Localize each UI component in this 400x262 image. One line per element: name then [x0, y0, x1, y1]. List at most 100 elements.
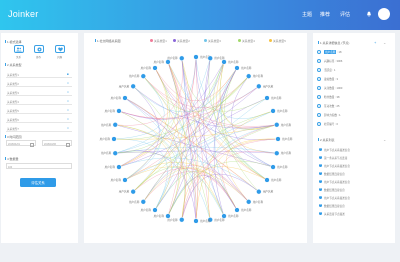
chevron-down-icon[interactable]: ⌄ — [383, 40, 386, 45]
graph-node — [165, 213, 171, 219]
graph-node — [234, 65, 240, 71]
filter-label: 关系类型5 — [7, 109, 19, 113]
date-to-input[interactable]: 2018/10/06 — [42, 140, 72, 147]
date-from-input[interactable]: 2018/01/01 — [6, 140, 36, 147]
network-graph[interactable]: 用户名称 用户名称用户名称用户名称用户名称用户名称用户名称用户名称用户名称用户名称… — [84, 46, 307, 243]
graph-node — [116, 164, 122, 170]
graph-link — [195, 56, 274, 119]
filter-option[interactable]: 关系类型1 ■ — [6, 70, 72, 78]
detail-row: 粉丝数量 : 38 — [316, 93, 386, 101]
filter-option[interactable]: 关系类型6 □ — [6, 115, 72, 123]
graph-node-label: 用户名称 — [228, 60, 239, 64]
list-item[interactable]: 5 用户节点关系描述信息 — [318, 178, 388, 185]
checkbox-icon[interactable]: □ — [67, 126, 70, 130]
graph-node-label: 用户名称 — [263, 190, 274, 194]
graph-node — [122, 95, 128, 101]
evaluate-button[interactable]: 评估关系 — [20, 178, 56, 187]
mode-interest-label: 兴趣 — [57, 56, 63, 59]
graph-node-label: 用户名称 — [119, 84, 130, 88]
filter-section-title: 2 关系类型 — [5, 63, 22, 67]
list-item[interactable]: 4 数据结果连接信息 — [318, 170, 388, 177]
legend-item[interactable]: 关系类型4 — [238, 39, 255, 43]
graph-node — [221, 213, 227, 219]
list-item[interactable]: 7 用户节点关系描述信息 — [318, 194, 388, 201]
graph-node-label: 用户名称 — [241, 208, 252, 212]
mode-collab-button[interactable] — [34, 45, 44, 53]
graph-node — [193, 54, 199, 60]
list-item[interactable]: 6 数据结果连接信息 — [318, 186, 388, 193]
graph-node-label: 用户名称 — [228, 214, 239, 218]
graph-node — [234, 207, 240, 213]
graph-node — [275, 136, 281, 142]
mode-section-title: 1 模式选择 — [5, 40, 22, 44]
list-item[interactable]: 3 用户节点关系描述信息 — [318, 162, 388, 169]
chevron-down-icon[interactable]: ⌄ — [383, 137, 386, 142]
app-logo[interactable]: Joinker — [8, 9, 38, 19]
filter-option[interactable]: 关系类型5 □ — [6, 106, 72, 114]
nav-topics[interactable]: 主题 — [302, 11, 312, 18]
interaction-icon — [317, 103, 321, 108]
filter-label: 关系类型6 — [7, 118, 19, 122]
checkbox-icon[interactable]: □ — [67, 117, 70, 121]
top-bar: Joinker 主题 推荐 评估 — [0, 0, 400, 30]
list-item[interactable]: 2 第一条关系节点连接 — [318, 154, 388, 161]
graph-link — [115, 86, 259, 154]
legend-dot — [204, 39, 207, 43]
nav-recommend[interactable]: 推荐 — [320, 11, 330, 18]
graph-node-label: 用户名称 — [141, 208, 152, 212]
legend-item[interactable]: 关系类型3 — [204, 39, 221, 43]
tag-icon — [317, 58, 321, 63]
list-item[interactable]: 9 关系连接节点描述 — [318, 210, 388, 217]
heart-icon — [57, 46, 63, 51]
graph-node — [274, 122, 280, 128]
graph-node — [256, 189, 262, 195]
filter-option[interactable]: 关系类型3 □ — [6, 88, 72, 96]
graph-node-label: 用户名称 — [271, 178, 282, 182]
fans-icon — [317, 94, 321, 99]
time-section-title: 3 时间范围 — [5, 135, 22, 139]
graph-node-label: 用户名称 — [105, 109, 116, 113]
nav-evaluate[interactable]: 评估 — [340, 11, 350, 18]
checkbox-icon[interactable]: □ — [67, 81, 70, 85]
post-icon — [317, 76, 321, 81]
mode-interest-button[interactable] — [55, 45, 65, 53]
mode-relation-button[interactable] — [14, 45, 24, 53]
detail-row: 社区编号 : 0 — [316, 120, 386, 128]
count-input[interactable]: 100 — [6, 163, 72, 169]
users-icon — [16, 47, 22, 51]
list-item[interactable]: 1 用户节点关系描述信息 — [318, 146, 388, 153]
graph-link — [113, 138, 168, 211]
graph-link — [231, 76, 274, 168]
follow-icon — [317, 85, 321, 90]
graph-node — [193, 218, 199, 224]
graph-node-label: 用户名称 — [281, 151, 292, 155]
checkbox-icon[interactable]: □ — [67, 108, 70, 112]
activity-icon — [317, 67, 321, 72]
checkbox-icon[interactable]: □ — [67, 99, 70, 103]
graph-node — [246, 73, 252, 79]
legend-dot — [269, 39, 272, 43]
graph-node-label: 用户名称 — [101, 151, 112, 155]
legend-item[interactable]: 关系类型1 — [150, 39, 167, 43]
filter-label: 关系类型2 — [7, 82, 19, 86]
graph-node — [246, 199, 252, 205]
user-avatar[interactable] — [378, 8, 390, 20]
graph-node-label: 用户名称 — [119, 190, 130, 194]
list-item[interactable]: 8 数据结果连接信息 — [318, 202, 388, 209]
filter-label: 关系类型3 — [7, 91, 19, 95]
filter-option[interactable]: 关系类型4 □ — [6, 97, 72, 105]
filter-option[interactable]: 关系类型7 □ — [6, 124, 72, 132]
graph-node-label: 用户名称 — [253, 200, 264, 204]
detail-title: 1 关系详细信息 (节点) — [317, 41, 350, 45]
bell-icon[interactable] — [366, 11, 372, 17]
graph-node-label: 用户名称 — [167, 56, 178, 60]
graph-node — [130, 83, 136, 89]
graph-link — [167, 61, 198, 222]
add-icon[interactable]: + — [374, 40, 376, 45]
filter-option[interactable]: 关系类型2 □ — [6, 79, 72, 87]
checkbox-icon[interactable]: □ — [67, 90, 70, 94]
legend-item[interactable]: 关系类型2 — [173, 39, 190, 43]
graph-node-label: 用户名称 — [154, 60, 165, 64]
legend-item[interactable]: 关系类型5 — [269, 39, 286, 43]
checkbox-checked-icon[interactable]: ■ — [67, 72, 70, 76]
